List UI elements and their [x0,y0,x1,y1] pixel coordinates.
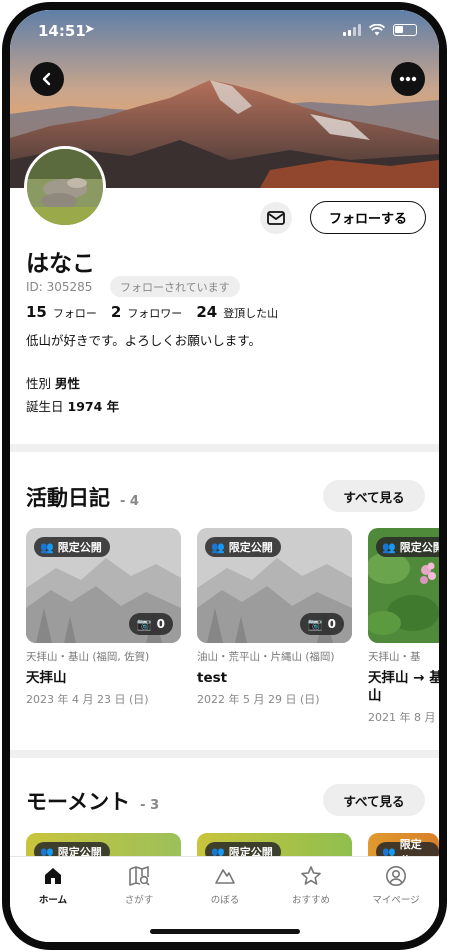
stat-number: 24 [196,303,218,321]
profile-bio: 低山が好きです。よろしくお願いします。 [26,333,262,348]
photo-count-value: 0 [156,617,165,631]
home-indicator [150,929,300,934]
birthday-label: 誕生日 [26,399,64,414]
tab-bar: ホーム さがす のぼる おすすめ マイページ [10,856,439,942]
gender-label: 性別 [26,376,52,391]
people-icon: 👥 [40,540,54,554]
photo-count-value: 0 [327,617,336,631]
profile-id: ID: 305285 [26,280,93,294]
card-area: 天拝山・基山 (福岡, 佐賀) [26,651,150,663]
status-icons [343,24,417,36]
profile-stats: 15 フォロー 2 フォロワー 24 登頂した山 [26,303,278,321]
map-search-icon [129,866,150,886]
card-image: 👥 限定公開 [368,528,439,643]
wifi-icon [369,24,385,36]
star-icon [301,866,321,885]
tab-label: ホーム [38,895,68,906]
stat-label: フォロワー [127,307,183,320]
card-image: 👥 限定公開 📷 0 [197,528,352,643]
diary-section-title: 活動日記 - 4 [26,482,139,512]
moment-section-title: モーメント - 3 [26,786,159,816]
status-time: 14:51 [38,22,86,40]
status-bar: 14:51 ➤ [10,10,439,54]
mountain-icon [215,869,235,884]
tab-home[interactable]: ホーム [10,865,96,906]
avatar [24,146,106,228]
section-divider [10,750,439,758]
camera-icon: 📷 [307,617,323,631]
privacy-tag: 👥 限定公開 [205,537,281,557]
more-dots-icon [399,76,417,82]
diary-card[interactable]: 👥 限定公開 📷 0 天拝山・基山 (福岡, 佐賀) 天拝山 2023 年 4 … [26,528,181,707]
privacy-tag: 👥 限定公開 [34,537,110,557]
followed-badge: フォローされています [110,276,240,297]
tab-search[interactable]: さがす [96,865,182,906]
people-icon: 👥 [382,540,396,554]
card-area: 天拝山・基 [368,651,421,663]
back-button[interactable] [30,62,64,96]
card-date: 2022 年 5 月 29 日 (日) [197,693,320,707]
stat-number: 2 [110,303,122,321]
tab-label: のぼる [210,895,240,906]
diary-card[interactable]: 👥 限定公開 天拝山・基 天拝山 → 基山 2021 年 8 月 2 [368,528,439,725]
stat-summits[interactable]: 24 登頂した山 [196,303,278,321]
diary-count: - 4 [120,494,139,509]
diary-see-all-button[interactable]: すべて見る [323,480,425,512]
gender-row: 性別 男性 [26,373,80,392]
tab-label: さがす [124,895,154,906]
home-icon [45,868,61,884]
birthday-row: 誕生日 1974 年 [26,396,119,415]
section-divider [10,444,439,452]
privacy-tag: 👥 限定公開 [376,537,439,557]
birthday-value: 1974 年 [67,399,120,414]
card-image: 👥 限定公開 📷 0 [26,528,181,643]
stat-label: 登頂した山 [223,307,279,320]
moment-see-all-button[interactable]: すべて見る [323,784,425,816]
more-button[interactable] [391,62,425,96]
mail-icon [267,211,285,225]
card-date: 2021 年 8 月 2 [368,711,439,725]
stat-followers[interactable]: 2 フォロワー [111,303,182,321]
tab-mypage[interactable]: マイページ [353,865,439,906]
location-arrow-icon: ➤ [84,22,95,37]
stat-following[interactable]: 15 フォロー [26,303,97,321]
diary-card[interactable]: 👥 限定公開 📷 0 油山・荒平山・片縄山 (福岡) test 2022 年 5… [197,528,352,707]
camera-icon: 📷 [136,617,152,631]
gender-value: 男性 [55,376,81,391]
phone-frame: 14:51 ➤ フォローする はなこ ID: 305285 フォローされています… [2,2,447,950]
battery-icon [393,24,417,36]
moment-count: - 3 [140,798,160,813]
stat-label: フォロー [52,307,97,320]
tab-label: マイページ [372,895,420,906]
privacy-label: 限定公開 [57,541,102,554]
stat-number: 15 [26,303,47,321]
tab-climb[interactable]: のぼる [182,865,268,906]
privacy-label: 限定公開 [228,541,273,554]
diary-title: 活動日記 [26,486,110,510]
signal-icon [343,24,361,36]
tab-label: おすすめ [291,895,330,906]
card-title: 天拝山 [26,670,67,686]
tab-recommend[interactable]: おすすめ [268,865,354,906]
user-icon [386,866,406,886]
card-area: 油山・荒平山・片縄山 (福岡) [197,651,335,663]
follow-button[interactable]: フォローする [310,201,426,234]
people-icon: 👥 [211,540,225,554]
screen: 14:51 ➤ フォローする はなこ ID: 305285 フォローされています… [10,10,439,942]
photo-count: 📷 0 [299,613,344,635]
card-title: test [197,670,228,686]
photo-count: 📷 0 [128,613,173,635]
chevron-left-icon [42,72,51,86]
profile-name: はなこ [26,251,95,277]
privacy-label: 限定公開 [399,541,439,554]
card-date: 2023 年 4 月 23 日 (日) [26,693,149,707]
message-button[interactable] [260,202,292,234]
moment-title: モーメント [26,790,131,814]
card-title: 天拝山 → 基山 [368,670,439,705]
